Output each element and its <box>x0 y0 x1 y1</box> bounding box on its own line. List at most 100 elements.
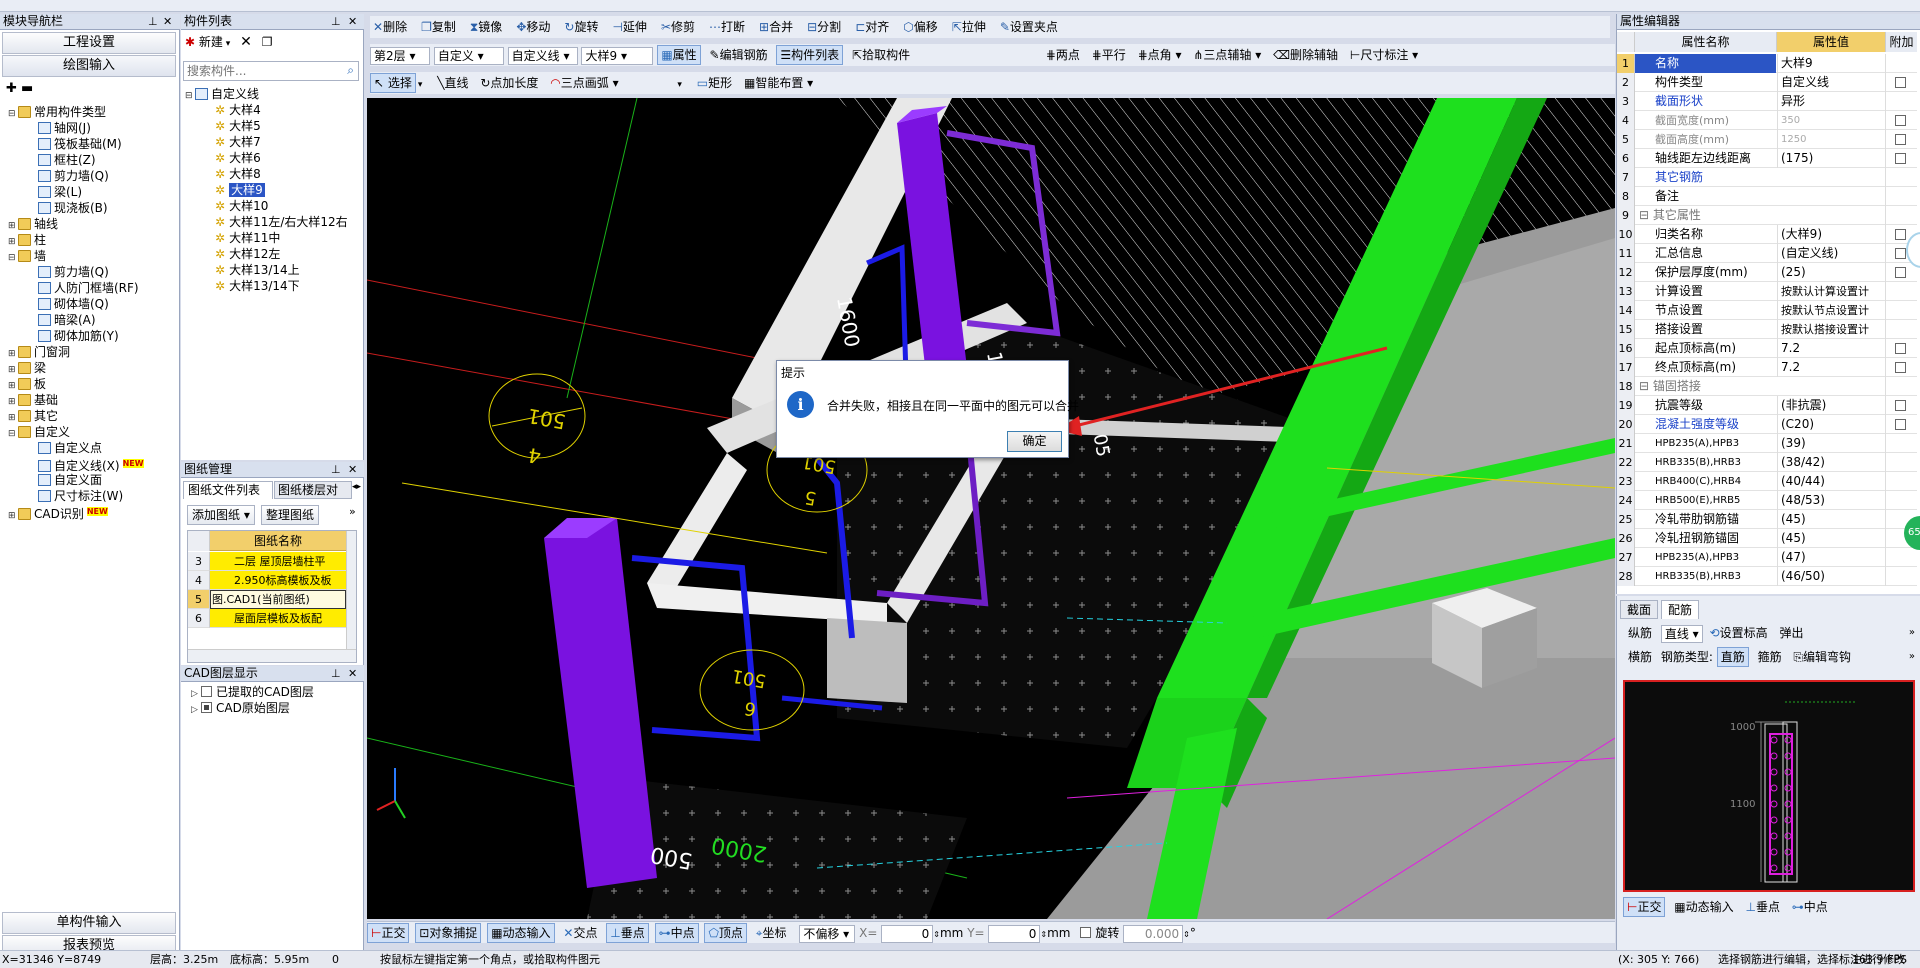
nav-tree-item[interactable]: 暗梁(A) <box>4 312 178 328</box>
pin-icon[interactable]: ⊥ <box>331 666 341 681</box>
property-row[interactable]: 28 HRB335(B),HRB3 (46/50) <box>1617 567 1917 586</box>
rotate-spinner[interactable]: ⇕ <box>1183 930 1190 939</box>
dialog-ok-button[interactable]: 确定 <box>1007 431 1062 452</box>
point-length-button[interactable]: ↻点加长度 <box>477 72 541 94</box>
toolbar-btn-0[interactable]: ✕删除 <box>370 16 410 38</box>
edit-rebar-button[interactable]: ✎编辑钢筋 <box>707 44 771 66</box>
component-item[interactable]: ✲ 大样11中 <box>185 230 363 246</box>
floor-select[interactable]: 第2层 ▾ <box>370 46 430 65</box>
component-list-button[interactable]: ☰构件列表 <box>776 45 844 65</box>
cad-layer-extracted[interactable]: ▷ 已提取的CAD图层 <box>191 684 314 700</box>
point-angle-button[interactable]: ⋕点角 ▾ <box>1135 44 1185 66</box>
x-input[interactable]: 0 <box>881 924 934 943</box>
tab-drawing-floors[interactable]: 图纸楼层对 <box>274 481 352 499</box>
y-input[interactable]: 0 <box>988 924 1041 943</box>
parallel-axis-button[interactable]: ⋕平行 <box>1089 44 1129 66</box>
vertex-button[interactable]: ⬠顶点 <box>704 923 747 943</box>
pick-component-button[interactable]: ⇱拾取构件 <box>849 44 913 66</box>
drawing-row[interactable]: 2.950标高模板及板 <box>210 571 346 590</box>
component-item[interactable]: ✲ 大样9 <box>185 182 363 198</box>
property-row[interactable]: 7 其它钢筋 <box>1617 168 1917 187</box>
property-row[interactable]: 27 HPB235(A),HPB3 (47) <box>1617 548 1917 567</box>
nav-tree-item[interactable]: ⊞ 其它 <box>4 408 178 424</box>
property-value[interactable]: (46/50) <box>1777 567 1885 586</box>
property-value[interactable]: 7.2 <box>1777 358 1885 377</box>
property-value[interactable]: 自定义线 <box>1777 73 1885 92</box>
close-icon[interactable]: ✕ <box>348 14 357 29</box>
chevron-down-icon[interactable]: ▾ <box>418 80 423 90</box>
property-row[interactable]: 14 节点设置 按默认节点设置计 <box>1617 301 1917 320</box>
tab-rebar[interactable]: 配筋 <box>1661 600 1700 619</box>
component-item[interactable]: ✲ 大样5 <box>185 118 363 134</box>
nav-tree-item[interactable]: ⊟ 自定义 <box>4 424 178 440</box>
attach-checkbox[interactable] <box>1895 77 1906 88</box>
property-row[interactable]: 15 搭接设置 按默认搭接设置计 <box>1617 320 1917 339</box>
attach-checkbox[interactable] <box>1895 153 1906 164</box>
rebar-ortho-button[interactable]: ⊢正交 <box>1623 897 1666 917</box>
property-row[interactable]: 19 抗震等级 (非抗震) <box>1617 396 1917 415</box>
property-row[interactable]: 16 起点顶标高(m) 7.2 <box>1617 339 1917 358</box>
rebar-perpendicular-button[interactable]: ⊥垂点 <box>1742 896 1782 918</box>
toolbar-btn-7[interactable]: ⋯打断 <box>706 16 748 38</box>
more-icon[interactable]: » <box>1909 646 1915 668</box>
delete-axis-button[interactable]: ⌫删除辅轴 <box>1270 44 1341 66</box>
rebar-dynamic-input-button[interactable]: ▦动态输入 <box>1671 896 1736 918</box>
intersection-button[interactable]: ✕交点 <box>560 922 600 944</box>
ortho-button[interactable]: ⊢正交 <box>367 923 410 943</box>
property-row[interactable]: 3 截面形状 异形 <box>1617 92 1917 111</box>
stirrup-button[interactable]: 箍筋 <box>1755 646 1785 668</box>
property-row[interactable]: 2 构件类型 自定义线 <box>1617 73 1917 92</box>
longitudinal-rebar-button[interactable]: 纵筋 <box>1625 622 1655 644</box>
single-component-input-button[interactable]: 单构件输入 <box>2 912 176 934</box>
object-snap-button[interactable]: ⊡对象捕捉 <box>415 923 482 943</box>
component-item[interactable]: ✲ 大样13/14下 <box>185 278 363 294</box>
nav-tree-item[interactable]: 自定义点 <box>4 440 178 456</box>
popup-button[interactable]: 弹出 <box>1776 622 1806 644</box>
attach-checkbox[interactable] <box>1895 267 1906 278</box>
nav-tree-item[interactable]: 筏板基础(M) <box>4 136 178 152</box>
smart-layout-button[interactable]: ▦智能布置 ▾ <box>741 72 816 94</box>
close-icon[interactable]: ✕ <box>348 666 357 681</box>
dimension-button[interactable]: ⊢尺寸标注 ▾ <box>1347 44 1421 66</box>
drawing-row[interactable]: 屋面层模板及板配 <box>210 609 346 628</box>
property-row[interactable]: 6 轴线距左边线距离 (175) <box>1617 149 1917 168</box>
property-value[interactable]: 按默认计算设置计 <box>1777 282 1885 301</box>
rotate-input[interactable]: 0.000 <box>1123 924 1184 943</box>
close-icon[interactable]: ✕ <box>163 14 172 29</box>
component-item[interactable]: ✲ 大样11左/右大样12右 <box>185 214 363 230</box>
tab-scroll-arrows[interactable]: ◂▸ <box>352 482 361 492</box>
property-value[interactable]: 异形 <box>1777 92 1885 111</box>
close-icon[interactable]: ✕ <box>348 462 357 477</box>
nav-tree-item[interactable]: ⊟ 常用构件类型 <box>4 104 178 120</box>
midpoint-button[interactable]: ⊶中点 <box>654 923 699 943</box>
drawing-row[interactable]: 二层 屋顶层墙柱平 <box>210 552 346 571</box>
two-point-axis-button[interactable]: ⋕两点 <box>1043 44 1083 66</box>
property-row[interactable]: 18 ⊟ 锚固搭接 <box>1617 377 1917 396</box>
draw-input-button[interactable]: 绘图输入 <box>2 55 176 77</box>
collapse-all-icon[interactable]: ▬ <box>21 81 33 96</box>
toolbar-btn-1[interactable]: ❐复制 <box>418 16 459 38</box>
nav-tree-item[interactable]: 人防门框墙(RF) <box>4 280 178 296</box>
property-row[interactable]: 10 归类名称 (大样9) <box>1617 225 1917 244</box>
component-item[interactable]: ✲ 大样4 <box>185 102 363 118</box>
nav-tree-item[interactable]: ⊞ 梁 <box>4 360 178 376</box>
project-settings-button[interactable]: 工程设置 <box>2 32 176 54</box>
property-row[interactable]: 24 HRB500(E),HRB5 (48/53) <box>1617 491 1917 510</box>
toolbar-btn-10[interactable]: ⊏对齐 <box>852 16 892 38</box>
toolbar-btn-5[interactable]: ⊣延伸 <box>609 16 649 38</box>
item-select[interactable]: 大样9 ▾ <box>581 46 654 65</box>
component-root[interactable]: ⊟ 自定义线 <box>185 86 363 102</box>
property-value[interactable]: (47) <box>1777 548 1885 567</box>
new-component-button[interactable]: 新建 <box>199 35 223 49</box>
search-icon[interactable]: ⌕ <box>347 63 354 78</box>
toolbar-btn-4[interactable]: ↻旋转 <box>561 16 601 38</box>
toolbar-btn-3[interactable]: ✥移动 <box>513 16 553 38</box>
property-value[interactable]: (40/44) <box>1777 472 1885 491</box>
attach-checkbox[interactable] <box>1895 134 1906 145</box>
property-row[interactable]: 8 备注 <box>1617 187 1917 206</box>
rebar-midpoint-button[interactable]: ⊶中点 <box>1789 896 1831 918</box>
property-value[interactable]: 大样9 <box>1777 54 1885 73</box>
nav-tree-item[interactable]: ⊞ 基础 <box>4 392 178 408</box>
select-button[interactable]: ↖ 选择 <box>370 73 416 93</box>
nav-tree-item[interactable]: ⊞ 柱 <box>4 232 178 248</box>
